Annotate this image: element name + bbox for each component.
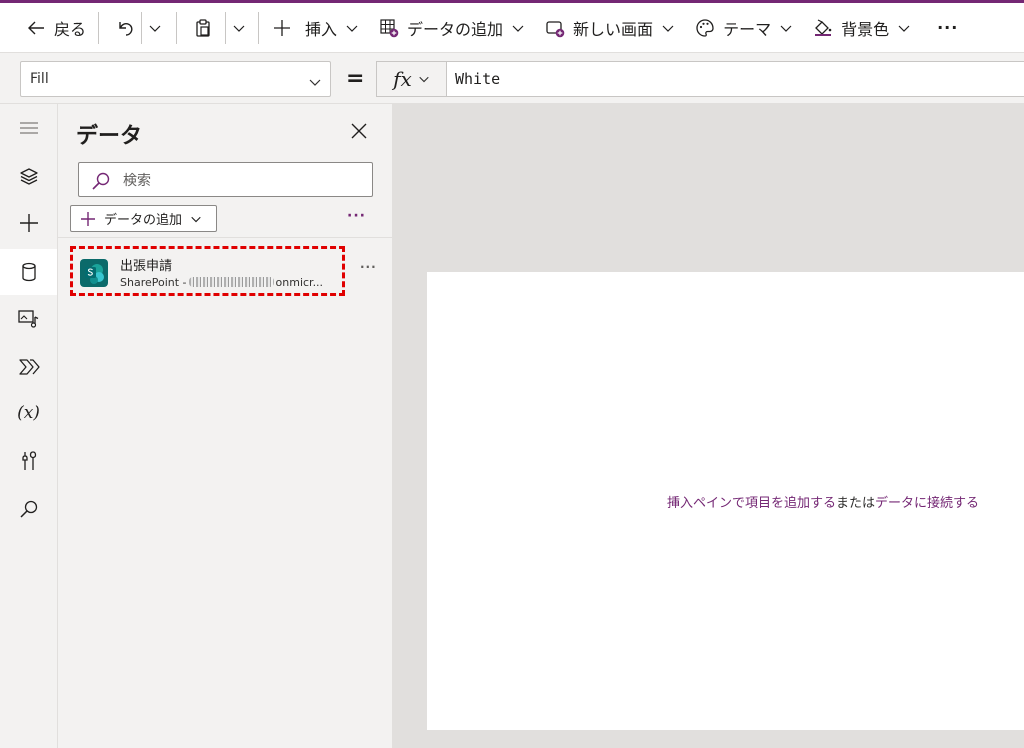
layers-icon bbox=[19, 168, 38, 185]
formula-input[interactable]: fx White bbox=[376, 61, 1024, 97]
chevron-down-icon bbox=[898, 25, 910, 32]
insert-pane-link[interactable]: 挿入ペインで項目を追加する bbox=[667, 496, 836, 511]
pane-more-button[interactable]: ··· bbox=[347, 208, 366, 224]
toolbar-divider bbox=[176, 11, 178, 44]
chevron-down-icon bbox=[512, 25, 524, 32]
app-screen[interactable]: 挿入ペインで項目を追加するまたはデータに接続する bbox=[427, 272, 1024, 730]
plus-icon bbox=[19, 214, 38, 232]
property-dropdown[interactable]: Fill bbox=[20, 61, 331, 97]
media-rail-button[interactable] bbox=[0, 296, 57, 342]
datasource-subtitle-prefix: SharePoint - bbox=[120, 276, 187, 289]
more-commands-label: ··· bbox=[937, 18, 959, 37]
command-bar: 戻る 挿入 データの追加 新しい画面 テーマ 背景色 ··· bbox=[0, 3, 1024, 53]
formula-value: White bbox=[455, 70, 501, 88]
add-data-label: データの追加 bbox=[407, 19, 504, 39]
canvas-area: 挿入ペインで項目を追加するまたはデータに接続する bbox=[393, 104, 1024, 748]
search-icon bbox=[19, 500, 37, 518]
chevron-down-icon bbox=[662, 25, 674, 32]
add-data-pane-label: データの追加 bbox=[104, 213, 183, 228]
variables-rail-button[interactable]: (x) bbox=[0, 390, 57, 436]
menu-button[interactable] bbox=[0, 105, 57, 151]
search-input[interactable] bbox=[121, 163, 365, 198]
clipboard-icon bbox=[196, 18, 210, 37]
back-label: 戻る bbox=[54, 19, 87, 39]
paste-dropdown[interactable] bbox=[232, 3, 246, 52]
chevron-down-icon bbox=[346, 25, 358, 32]
connect-data-link[interactable]: データに接続する bbox=[875, 496, 979, 511]
chevron-down-icon bbox=[233, 25, 245, 32]
equals-sign: = bbox=[346, 66, 365, 91]
chevron-down-icon bbox=[419, 76, 429, 83]
table-add-icon bbox=[380, 18, 399, 37]
chevron-down-icon bbox=[309, 79, 321, 86]
search-icon bbox=[92, 172, 110, 190]
arrow-left-icon bbox=[28, 21, 44, 34]
undo-button[interactable] bbox=[115, 3, 135, 52]
tools-rail-button[interactable] bbox=[0, 438, 57, 484]
toolbar-divider bbox=[258, 11, 260, 44]
plus-icon bbox=[274, 19, 291, 36]
palette-icon bbox=[696, 18, 714, 37]
tools-icon bbox=[21, 451, 36, 470]
data-pane: データ データの追加 ··· 出張申請 SharePoint - onmicr..… bbox=[58, 104, 393, 748]
add-data-pane-button[interactable]: データの追加 bbox=[70, 205, 217, 232]
pane-title: データ bbox=[76, 124, 143, 149]
paint-bucket-icon bbox=[815, 18, 832, 36]
new-screen-label: 新しい画面 bbox=[573, 19, 654, 39]
datasource-more-button[interactable]: ··· bbox=[360, 260, 377, 274]
insert-button[interactable]: 挿入 bbox=[273, 3, 359, 52]
back-button[interactable]: 戻る bbox=[26, 3, 86, 52]
variables-icon: (x) bbox=[17, 403, 40, 423]
toolbar-divider bbox=[225, 11, 227, 44]
theme-button[interactable]: テーマ bbox=[695, 3, 793, 52]
background-color-button[interactable]: 背景色 bbox=[813, 3, 911, 52]
search-box[interactable] bbox=[78, 162, 373, 198]
undo-icon bbox=[119, 21, 133, 36]
plus-icon bbox=[81, 211, 95, 226]
background-color-label: 背景色 bbox=[841, 19, 890, 39]
close-icon[interactable] bbox=[350, 122, 368, 140]
more-commands-button[interactable]: ··· bbox=[937, 3, 958, 52]
toolbar-divider bbox=[98, 11, 100, 44]
sharepoint-icon bbox=[80, 259, 108, 287]
data-rail-button[interactable] bbox=[0, 249, 57, 295]
add-data-button[interactable]: データの追加 bbox=[379, 3, 525, 52]
insert-rail-button[interactable] bbox=[0, 200, 57, 246]
redacted-text bbox=[188, 277, 274, 287]
database-icon bbox=[21, 262, 36, 282]
undo-dropdown[interactable] bbox=[148, 3, 162, 52]
power-automate-icon bbox=[18, 359, 40, 375]
media-icon bbox=[17, 310, 38, 328]
formula-bar: Fill = fx White bbox=[0, 53, 1024, 104]
new-screen-button[interactable]: 新しい画面 bbox=[545, 3, 675, 52]
insert-label: 挿入 bbox=[305, 19, 338, 39]
fx-icon: fx bbox=[393, 67, 412, 91]
datasource-item[interactable]: 出張申請 SharePoint - onmicr... bbox=[70, 246, 345, 296]
datasource-subtitle-suffix: onmicr... bbox=[275, 276, 324, 289]
chevron-down-icon bbox=[149, 25, 161, 32]
theme-label: テーマ bbox=[723, 19, 772, 39]
function-picker-button[interactable]: fx bbox=[377, 62, 447, 96]
pane-divider bbox=[58, 237, 392, 238]
new-screen-icon bbox=[546, 20, 565, 37]
chevron-down-icon bbox=[780, 25, 792, 32]
empty-screen-hint: 挿入ペインで項目を追加するまたはデータに接続する bbox=[667, 492, 979, 511]
property-value: Fill bbox=[30, 71, 49, 87]
hint-or-text: または bbox=[836, 496, 876, 511]
paste-button[interactable] bbox=[193, 3, 213, 52]
chevron-down-icon bbox=[191, 216, 201, 222]
datasource-name: 出張申請 bbox=[120, 259, 173, 274]
search-rail-button[interactable] bbox=[0, 486, 57, 532]
power-automate-rail-button[interactable] bbox=[0, 344, 57, 390]
left-rail: (x) bbox=[0, 104, 58, 748]
toolbar-divider bbox=[141, 11, 143, 44]
datasource-subtitle: SharePoint - onmicr... bbox=[120, 276, 323, 289]
tree-view-button[interactable] bbox=[0, 153, 57, 199]
menu-icon bbox=[19, 122, 38, 134]
